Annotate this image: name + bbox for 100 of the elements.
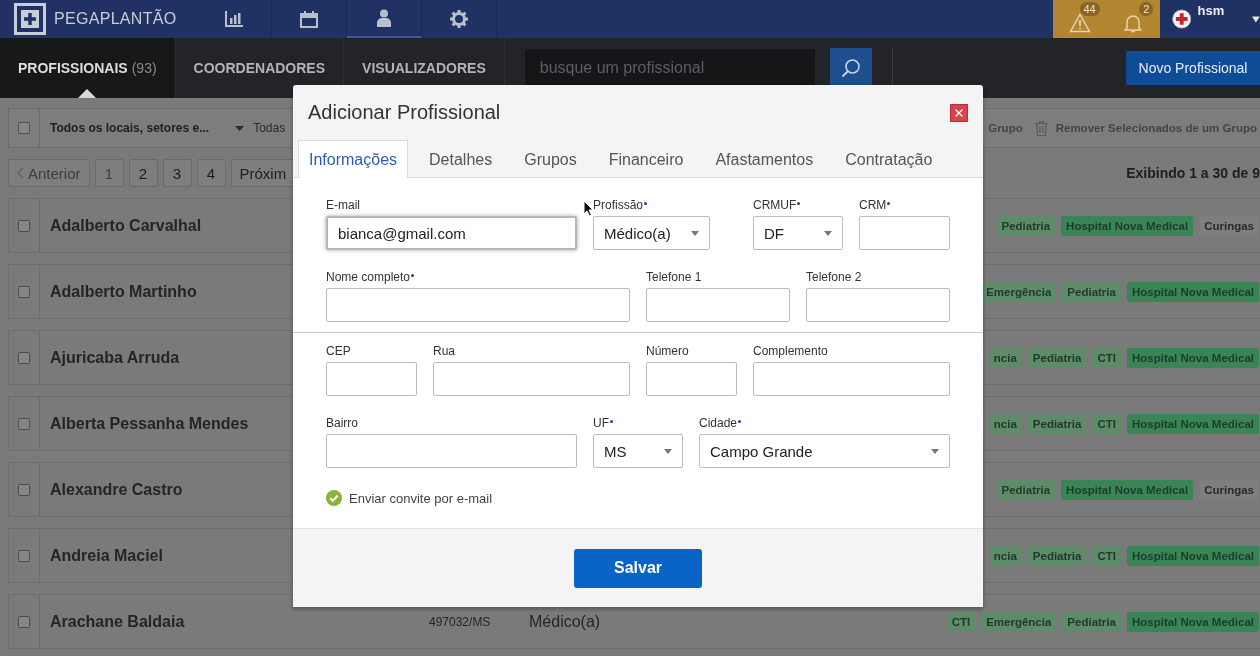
pointer-icon [78, 89, 96, 98]
select-field[interactable]: Médico(a) [593, 216, 710, 250]
new-professional-button[interactable]: Novo Profissional [1126, 51, 1260, 85]
checkbox[interactable] [18, 219, 30, 232]
search-icon [840, 58, 861, 78]
page-button[interactable]: 3 [162, 159, 192, 187]
professional-name: Alberta Pessanha Mendes [50, 414, 249, 432]
field-label: Telefone 1 [646, 270, 702, 284]
tag: CTI [946, 611, 976, 632]
tag: Hospital Nova Medical [1126, 347, 1259, 368]
tag: Pediatria [1062, 611, 1121, 632]
tag: Pediatria [1027, 545, 1087, 566]
tag: Pediatria [1027, 347, 1087, 368]
tag: Hospital Nova Medical [1126, 281, 1259, 302]
input-field[interactable] [326, 288, 630, 322]
tag: ncia [988, 413, 1022, 434]
dialog-tab[interactable]: Afastamentos [704, 140, 825, 178]
tag: Curingas [1199, 215, 1259, 236]
caret-icon[interactable] [1252, 14, 1260, 24]
professional-name: Alexandre Castro [50, 480, 183, 498]
tag: Pediatria [1062, 281, 1121, 302]
field-label: CRM [859, 198, 887, 212]
search-field[interactable]: busque um profissional [524, 49, 815, 87]
crm-number: 497032/MS [429, 614, 492, 629]
tag: Hospital Nova Medical [1061, 479, 1194, 500]
caret-icon [931, 448, 939, 454]
tag: CTI [1092, 413, 1121, 434]
checkbox[interactable] [18, 417, 30, 430]
input-field[interactable] [646, 362, 737, 396]
field-label: CRMUF [753, 198, 797, 212]
tag: Hospital Nova Medical [1126, 413, 1259, 434]
caret-icon [664, 448, 672, 454]
tag: CTI [1092, 545, 1121, 566]
save-button[interactable]: Salvar [574, 548, 702, 588]
tag: Emergência [981, 281, 1057, 302]
select-field[interactable]: Campo Grande [699, 434, 950, 468]
settings-icon [450, 10, 468, 28]
section-tab[interactable]: PROFISSIONAIS (93) [0, 38, 176, 98]
count-badge: 44 [1079, 2, 1100, 16]
professional-name: Arachane Baldaia [50, 612, 185, 630]
alert-button[interactable]: 2 [1113, 2, 1154, 36]
tag: Hospital Nova Medical [1126, 545, 1259, 566]
bell-icon [1124, 13, 1143, 33]
input-field[interactable] [753, 362, 950, 396]
tag: CTI [1092, 347, 1121, 368]
input-field[interactable] [326, 434, 577, 468]
checkbox[interactable] [18, 549, 30, 562]
dialog-tab[interactable]: Informações [298, 140, 409, 178]
tag: Hospital Nova Medical [1061, 215, 1194, 236]
close-button[interactable] [950, 103, 968, 122]
bar-chart-icon [225, 11, 243, 27]
warning-icon [1068, 13, 1091, 33]
field-label: CEP [326, 344, 351, 358]
next-page-button[interactable]: Próxim [230, 159, 296, 187]
input-field[interactable] [806, 288, 950, 322]
checkbox[interactable] [18, 351, 30, 364]
field-label: Número [646, 344, 689, 358]
tag: Pediatria [996, 215, 1056, 236]
dialog-title: Adicionar Profissional [308, 101, 501, 124]
field-label: Cidade [699, 416, 738, 430]
field-label: Rua [433, 344, 455, 358]
page-button[interactable]: 4 [196, 159, 226, 187]
trash-icon[interactable] [1034, 120, 1048, 136]
field-label: Bairro [326, 416, 358, 430]
input-field[interactable] [433, 362, 630, 396]
dialog-tab[interactable]: Contratação [834, 140, 944, 178]
invite-label: Enviar convite por e-mail [349, 490, 493, 506]
search-button[interactable] [829, 48, 872, 88]
tag: Pediatria [996, 479, 1056, 500]
caret-icon [824, 230, 832, 236]
input-field[interactable] [646, 288, 790, 322]
mouse-pointer-icon [583, 200, 594, 217]
filter-dropdown[interactable]: Todas [253, 121, 286, 135]
user-name[interactable]: hsm [1197, 3, 1225, 18]
tag: ncia [988, 347, 1022, 368]
page-button[interactable]: 2 [128, 159, 158, 187]
check-circle-icon[interactable] [326, 490, 342, 506]
dialog-tab[interactable]: Financeiro [597, 140, 695, 178]
tag: Emergência [981, 611, 1057, 632]
brand-name: PEGAPLANTÃO [54, 10, 177, 28]
tag: Curingas [1199, 479, 1259, 500]
checkbox[interactable] [18, 615, 30, 628]
select-field[interactable]: MS [593, 434, 683, 468]
select-field[interactable]: DF [753, 216, 843, 250]
checkbox[interactable] [18, 285, 30, 298]
input-field[interactable] [859, 216, 950, 250]
alert-button[interactable]: 44 [1059, 2, 1100, 36]
input-field[interactable]: bianca@gmail.com [326, 216, 577, 250]
dialog-tab[interactable]: Grupos [513, 140, 588, 178]
checkbox[interactable] [18, 483, 30, 496]
chevron-left-icon [17, 167, 24, 179]
professional-name: Andreia Maciel [50, 546, 163, 564]
input-field[interactable] [326, 362, 417, 396]
dialog-tab[interactable]: Detalhes [418, 140, 504, 178]
field-label: Complemento [753, 344, 828, 358]
filter-dropdown[interactable]: Todos os locais, setores e... [50, 121, 210, 135]
person-icon [377, 9, 391, 27]
checkbox[interactable] [18, 122, 30, 134]
close-icon [955, 108, 963, 117]
plus-logo-icon[interactable] [14, 3, 46, 35]
